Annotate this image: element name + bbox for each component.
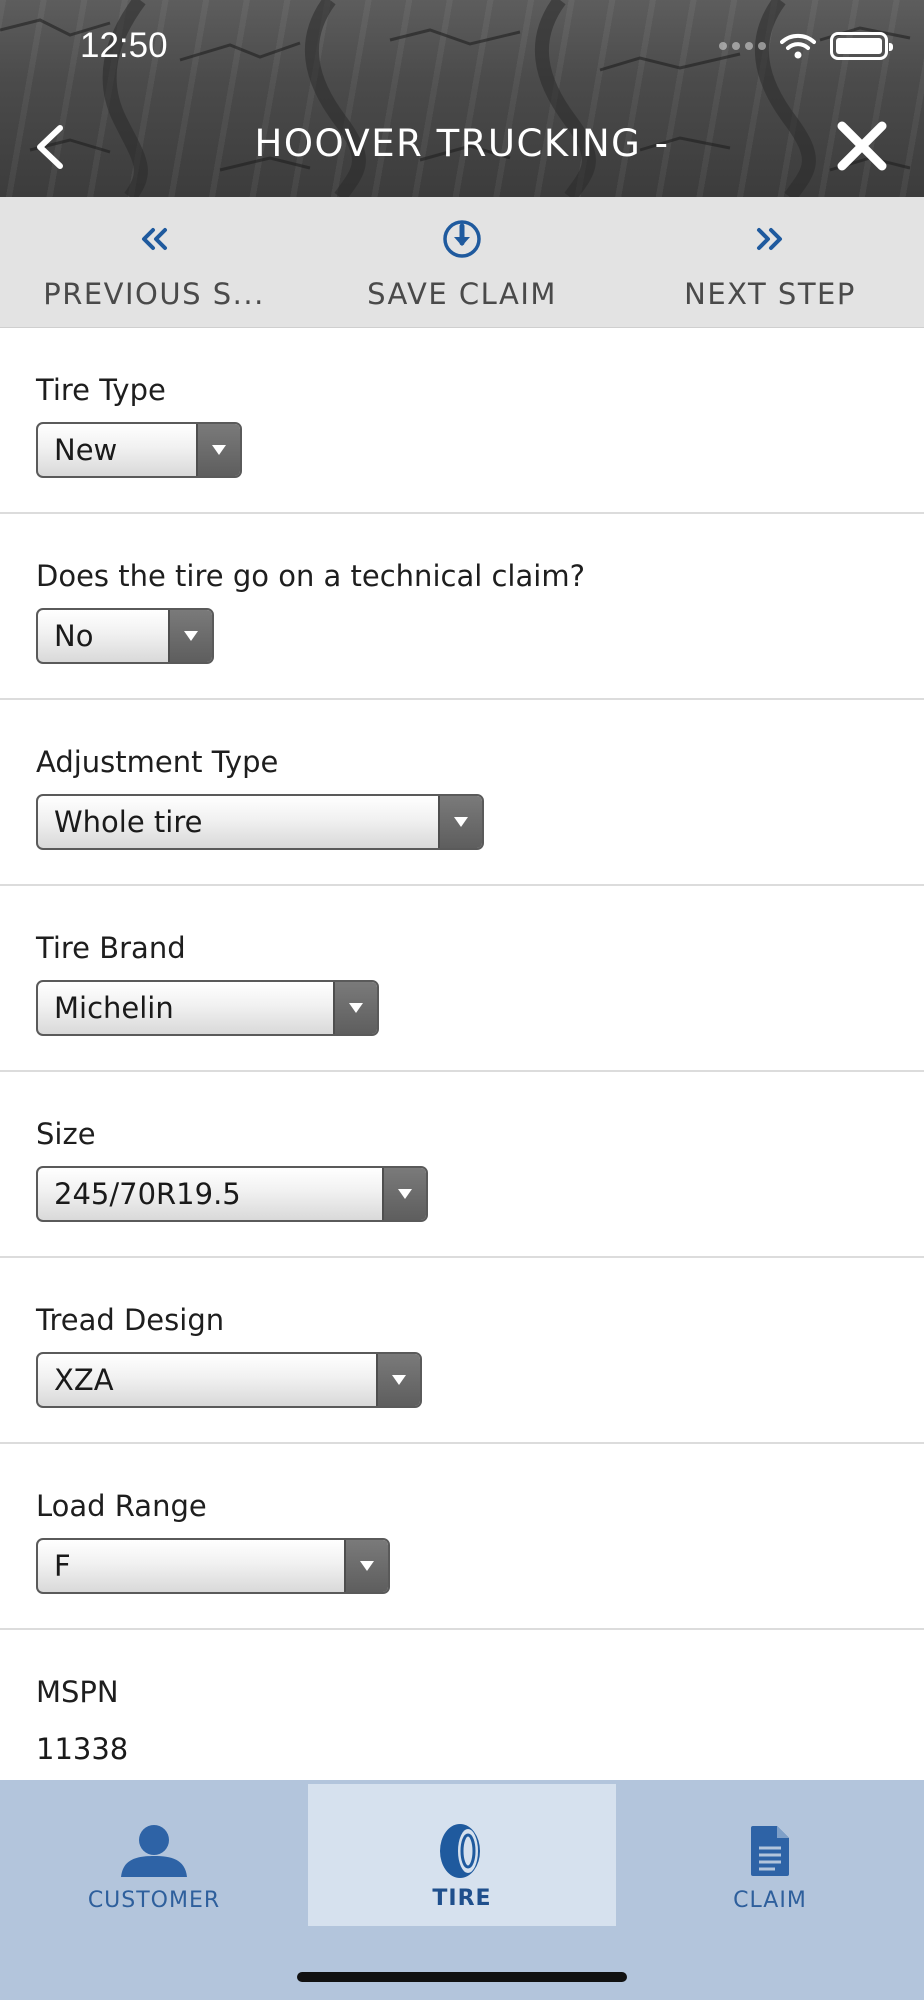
size-field: Size 245/70R19.5: [0, 1072, 924, 1258]
size-label: Size: [36, 1117, 96, 1151]
tab-customer[interactable]: CUSTOMER: [0, 1784, 308, 1926]
size-value: 245/70R19.5: [54, 1177, 241, 1211]
mspn-label: MSPN: [36, 1675, 119, 1709]
chevron-down-icon: [376, 1354, 420, 1406]
page-title: HOOVER TRUCKING -: [254, 122, 670, 165]
wifi-icon: [780, 33, 816, 59]
tread-design-label: Tread Design: [36, 1303, 225, 1337]
tire-brand-value: Michelin: [54, 991, 174, 1025]
chevron-down-icon: [168, 610, 212, 662]
close-icon[interactable]: [834, 118, 890, 174]
document-icon: [751, 1826, 789, 1876]
adjustment-type-value: Whole tire: [54, 805, 203, 839]
chevron-down-icon: [438, 796, 482, 848]
tab-tire-label: TIRE: [432, 1886, 492, 1911]
technical-claim-field: Does the tire go on a technical claim? N…: [0, 514, 924, 700]
step-toolbar: PREVIOUS S... SAVE CLAIM NEXT STEP: [0, 197, 924, 328]
battery-icon: [830, 32, 893, 60]
technical-claim-label: Does the tire go on a technical claim?: [36, 559, 585, 593]
status-indicators: [719, 32, 893, 60]
previous-step-button[interactable]: PREVIOUS S...: [0, 197, 308, 327]
home-indicator: [297, 1972, 627, 1982]
tire-type-field: Tire Type New: [0, 328, 924, 514]
double-chevron-right-icon: [757, 228, 782, 250]
load-range-field: Load Range F: [0, 1444, 924, 1630]
tire-brand-label: Tire Brand: [36, 931, 186, 965]
download-circle-icon: [443, 220, 481, 258]
load-range-label: Load Range: [36, 1489, 207, 1523]
save-claim-button[interactable]: SAVE CLAIM: [308, 197, 616, 327]
adjustment-type-label: Adjustment Type: [36, 745, 279, 779]
chevron-down-icon: [344, 1540, 388, 1592]
person-icon: [121, 1825, 187, 1877]
adjustment-type-field: Adjustment Type Whole tire: [0, 700, 924, 886]
tire-type-select[interactable]: New: [36, 422, 242, 478]
next-step-label: NEXT STEP: [684, 277, 856, 311]
tire-brand-select[interactable]: Michelin: [36, 980, 379, 1036]
status-time: 12:50: [80, 26, 168, 65]
tab-tire[interactable]: TIRE: [308, 1784, 616, 1926]
tread-design-value: XZA: [54, 1363, 114, 1397]
app-header: 12:50 HOOVER TRUCKING -: [0, 0, 924, 197]
tab-claim-label: CLAIM: [733, 1888, 807, 1913]
mspn-value: 11338: [36, 1732, 129, 1766]
chevron-down-icon: [333, 982, 377, 1034]
tab-claim[interactable]: CLAIM: [616, 1784, 924, 1926]
bottom-tab-bar: CUSTOMER TIRE CLAIM: [0, 1780, 924, 2000]
next-step-button[interactable]: NEXT STEP: [616, 197, 924, 327]
adjustment-type-select[interactable]: Whole tire: [36, 794, 484, 850]
tread-design-select[interactable]: XZA: [36, 1352, 422, 1408]
previous-step-label: PREVIOUS S...: [43, 277, 265, 311]
technical-claim-value: No: [54, 619, 94, 653]
load-range-select[interactable]: F: [36, 1538, 390, 1594]
tire-icon: [440, 1824, 480, 1878]
mspn-field: MSPN 11338: [0, 1630, 924, 1766]
double-chevron-left-icon: [142, 228, 167, 250]
tire-brand-field: Tire Brand Michelin: [0, 886, 924, 1072]
tire-type-value: New: [54, 433, 118, 467]
tire-type-label: Tire Type: [36, 373, 166, 407]
size-select[interactable]: 245/70R19.5: [36, 1166, 428, 1222]
cellular-signal-icon: [719, 42, 766, 50]
load-range-value: F: [54, 1549, 71, 1583]
tab-customer-label: CUSTOMER: [87, 1888, 221, 1913]
chevron-down-icon: [382, 1168, 426, 1220]
tread-design-field: Tread Design XZA: [0, 1258, 924, 1444]
chevron-down-icon: [196, 424, 240, 476]
tire-form: Tire Type New Does the tire go on a tech…: [0, 328, 924, 1766]
technical-claim-select[interactable]: No: [36, 608, 214, 664]
save-claim-label: SAVE CLAIM: [367, 277, 557, 311]
